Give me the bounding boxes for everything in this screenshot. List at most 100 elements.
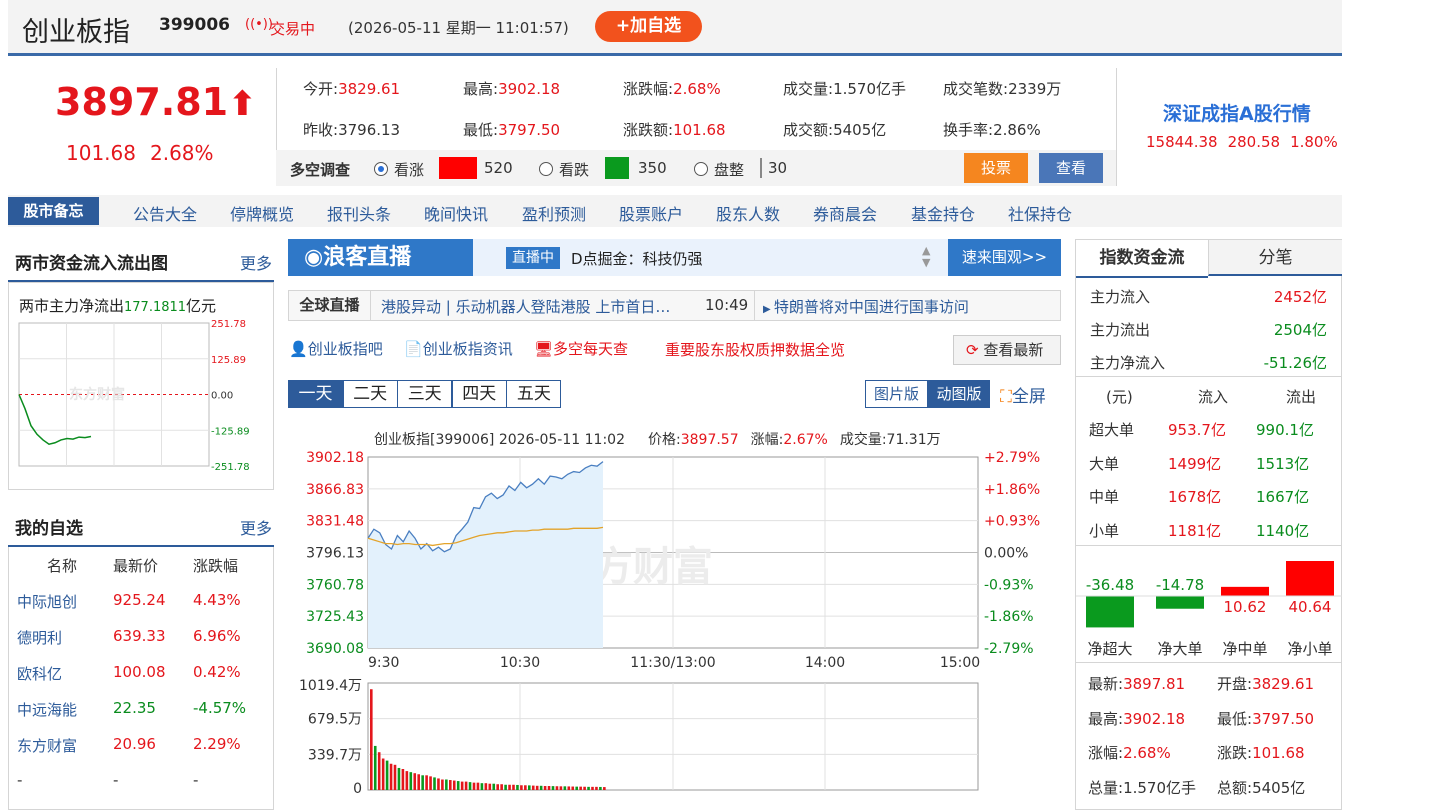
summary-item: 最高:3902.18 [1088,708,1185,729]
fund-flow-title: 两市资金流入流出图 [15,254,168,274]
y-left-tick: 3902.18 [306,450,364,466]
tab-ticks[interactable]: 分笔 [1208,240,1342,276]
stat-item: 昨收:3796.13 [303,119,400,140]
watchlist-name[interactable]: 东方财富 [17,735,77,756]
watchlist-name[interactable]: 德明利 [17,627,62,648]
nav-item[interactable]: 晚间快讯 [424,201,488,225]
watchlist-header: 最新价 [113,557,159,575]
summary-item: 涨幅:2.68% [1088,742,1171,763]
add-favorite-button[interactable]: +加自选 [595,11,702,42]
view-button[interactable]: 查看 [1039,153,1103,183]
period-tab[interactable]: 四天 [451,380,507,408]
nav-item[interactable]: 券商晨会 [813,201,877,225]
nav-item[interactable]: 盈利预测 [522,201,586,225]
daily-link[interactable]: 🖥多空每天查 [534,338,628,359]
live-badge: 直播中 [506,247,560,269]
summary-label: 最低: [1217,709,1253,728]
watchlist-price: - [113,771,119,789]
tab-rule [1076,276,1208,278]
volume-bar [456,781,460,790]
period-tab[interactable]: 二天 [342,380,398,408]
summary-label: 涨跌: [1217,744,1253,762]
volume-bar [547,786,551,790]
bear-radio[interactable] [539,162,553,176]
fund-flow-tick: -251.78 [211,462,250,473]
bull-radio[interactable] [374,162,388,176]
volume-bar [492,783,496,790]
watchlist-name[interactable]: - [17,771,22,789]
tab-index-flow[interactable]: 指数资金流 [1076,240,1208,276]
volume-bar [563,786,567,790]
volume-bar [373,745,377,790]
related-index-link[interactable]: 深证成指A股行情 [1163,99,1311,126]
stat-value: 101.68 [673,121,726,139]
image-version-button[interactable]: 图片版 [865,380,928,408]
stat-item: 最低:3797.50 [463,119,560,140]
volume-bar [520,785,523,790]
nav-item[interactable]: 基金持仓 [911,201,975,225]
nav-item[interactable]: 股东人数 [716,201,780,225]
bull-swatch [439,157,477,179]
scroll-arrows-icon[interactable]: ▲ ▼ [922,245,930,269]
ticker-label: 全球直播 [289,291,371,320]
nav-item[interactable]: 停牌概览 [230,201,294,225]
watchlist-name[interactable]: 中远海能 [17,699,77,720]
volume-bar [370,689,373,790]
live-cta-button[interactable]: 速来围观>> [948,239,1061,276]
related-change: 280.58 [1227,133,1281,151]
volume-bar [389,763,393,790]
nav-item[interactable]: 报刊头条 [327,201,391,225]
y-left-tick: 3866.83 [306,482,364,498]
watchlist-header: 涨跌幅 [193,557,239,575]
watchlist-name[interactable]: 欧科亿 [17,663,62,684]
chart-pct: 2.67% [783,432,827,448]
stat-label: 今开: [303,80,339,98]
ticker-right-headline[interactable]: ▶ 特朗普将对中国进行国事访问 [763,296,969,317]
live-banner[interactable]: ◉浪客直播 直播中 D点掘金：科技仍强 ▲ ▼ 速来围观>> [288,239,1061,276]
trade-status: 交易中 [270,20,316,38]
summary-item: 开盘:3829.61 [1217,673,1314,694]
flow-row-out: 1140亿 [1256,521,1310,540]
live-text[interactable]: D点掘金：科技仍强 [571,248,703,269]
bar-link[interactable]: 👤创业板指吧 [289,338,383,359]
watchlist-name[interactable]: 中际旭创 [17,591,77,612]
summary-value: 2.68% [1123,744,1171,762]
fund-flow-more-link[interactable]: 更多 [240,250,272,274]
news-link[interactable]: 📄创业板指资讯 [404,338,513,359]
flat-radio[interactable] [694,162,708,176]
flow-row-out: 1667亿 [1256,488,1310,506]
volume-bar [587,786,590,790]
nav-item[interactable]: 社保持仓 [1008,201,1072,225]
stat-label: 最高: [463,80,499,98]
fund-flow-tick: -125.89 [211,426,250,437]
period-tab[interactable]: 三天 [397,380,453,408]
watchlist-more-link[interactable]: 更多 [240,515,272,539]
intraday-chart[interactable]: 创业板指[399006] 2026-05-11 11:02 价格:3897.57 涨… [288,420,1068,810]
pledge-link[interactable]: 重要股东股权质押数据全览 [665,339,845,360]
nav-item[interactable]: 公告大全 [133,201,197,225]
current-price: 3897.81⬆ [55,80,257,124]
bear-count: 350 [638,159,667,177]
summary-item: 总量:1.570亿手 [1088,777,1196,798]
view-latest-button[interactable]: ⟳ 查看最新 [953,335,1061,365]
summary-value: 3829.61 [1252,675,1315,693]
dynamic-version-button[interactable]: 动图版 [928,380,990,408]
nav-item[interactable]: 股票账户 [619,201,683,225]
flow-value: 2504亿 [1273,321,1327,339]
fullscreen-button[interactable]: ⛶全屏 [1000,382,1046,407]
ticker-headline[interactable]: 港股异动 | 乐动机器人登陆港股 上市首日… [381,296,670,317]
volume-bar [397,767,401,790]
flow-label: 主力流入 [1090,288,1151,306]
stat-label: 昨收: [303,121,339,139]
period-tab[interactable]: 一天 [288,380,343,408]
fund-flow-tick: 0.00 [211,391,233,402]
volume-bar [417,774,420,790]
x-tick: 10:30 [500,655,540,671]
volume-bar [381,758,385,790]
change-line: 101.68 2.68% [66,141,228,165]
volume-bar [480,783,484,790]
watchlist-pct: - [193,771,199,789]
period-tab[interactable]: 五天 [506,380,562,408]
vote-button[interactable]: 投票 [964,153,1028,183]
nav-memo-active[interactable]: 股市备忘 [8,197,99,225]
